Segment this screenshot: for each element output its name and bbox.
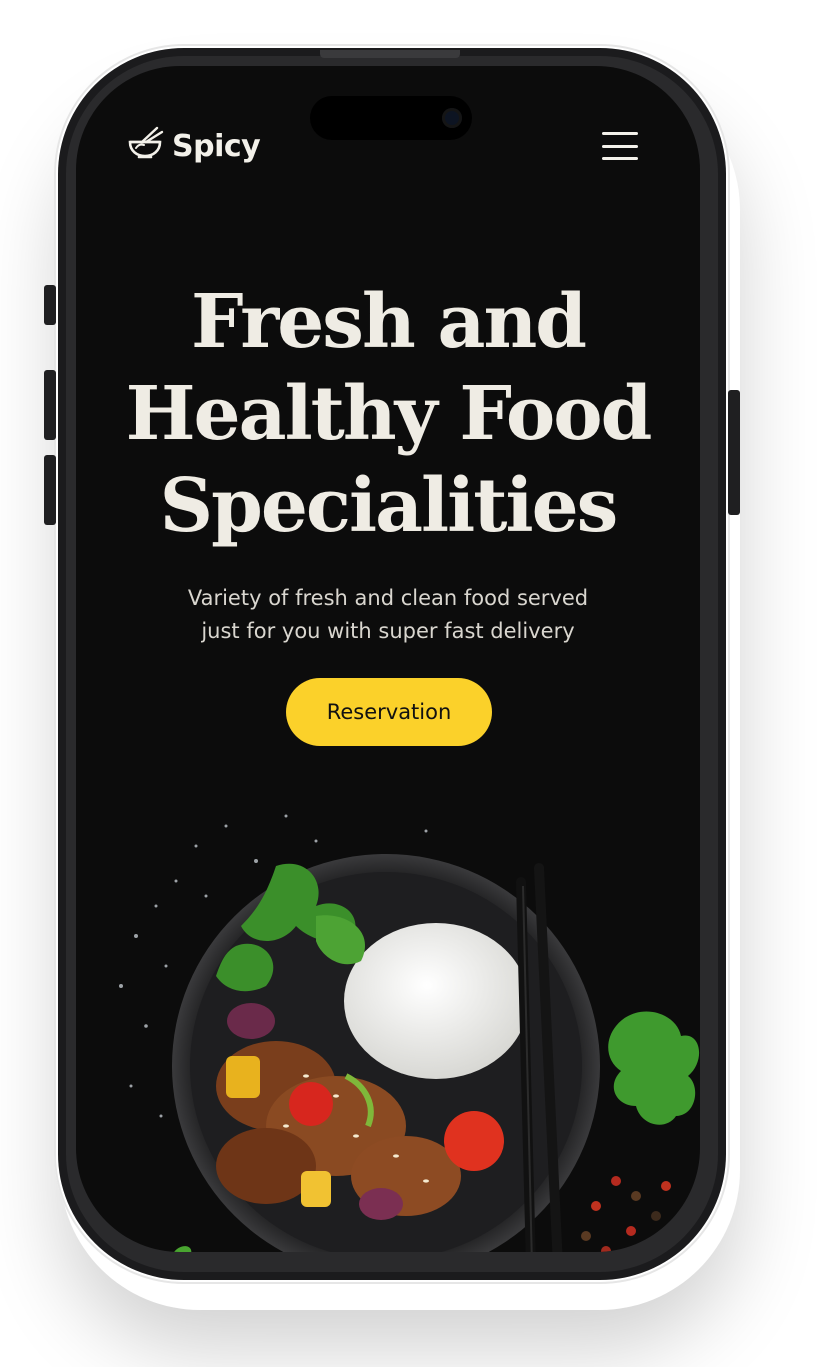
power-button	[728, 390, 740, 515]
speaker-slot	[320, 50, 460, 58]
dynamic-island	[310, 96, 472, 140]
food-bowl-image	[76, 779, 700, 1252]
hamburger-menu-icon[interactable]	[600, 128, 640, 164]
reservation-button[interactable]: Reservation	[286, 678, 492, 746]
phone-screen: Spicy Fresh and Healthy Food Specialitie…	[76, 66, 700, 1252]
hero-title-line-2: Healthy Food	[125, 371, 653, 457]
front-camera	[442, 108, 462, 128]
action-button	[44, 285, 56, 325]
hero-title-line-1: Fresh and	[190, 279, 587, 365]
brand-name: Spicy	[172, 128, 261, 164]
hero-subtitle-line-1: Variety of fresh and clean food served	[187, 586, 589, 610]
bowl-chopsticks-icon	[126, 124, 166, 168]
hero-subtitle-line-2: just for you with super fast delivery	[201, 619, 575, 643]
brand-logo[interactable]: Spicy	[126, 124, 261, 168]
hero-subtitle: Variety of fresh and clean food served j…	[156, 582, 620, 648]
hero-title-line-3: Specialities	[159, 463, 619, 549]
volume-down-button	[44, 455, 56, 525]
hero-title: Fresh and Healthy Food Specialities	[76, 276, 700, 552]
volume-up-button	[44, 370, 56, 440]
